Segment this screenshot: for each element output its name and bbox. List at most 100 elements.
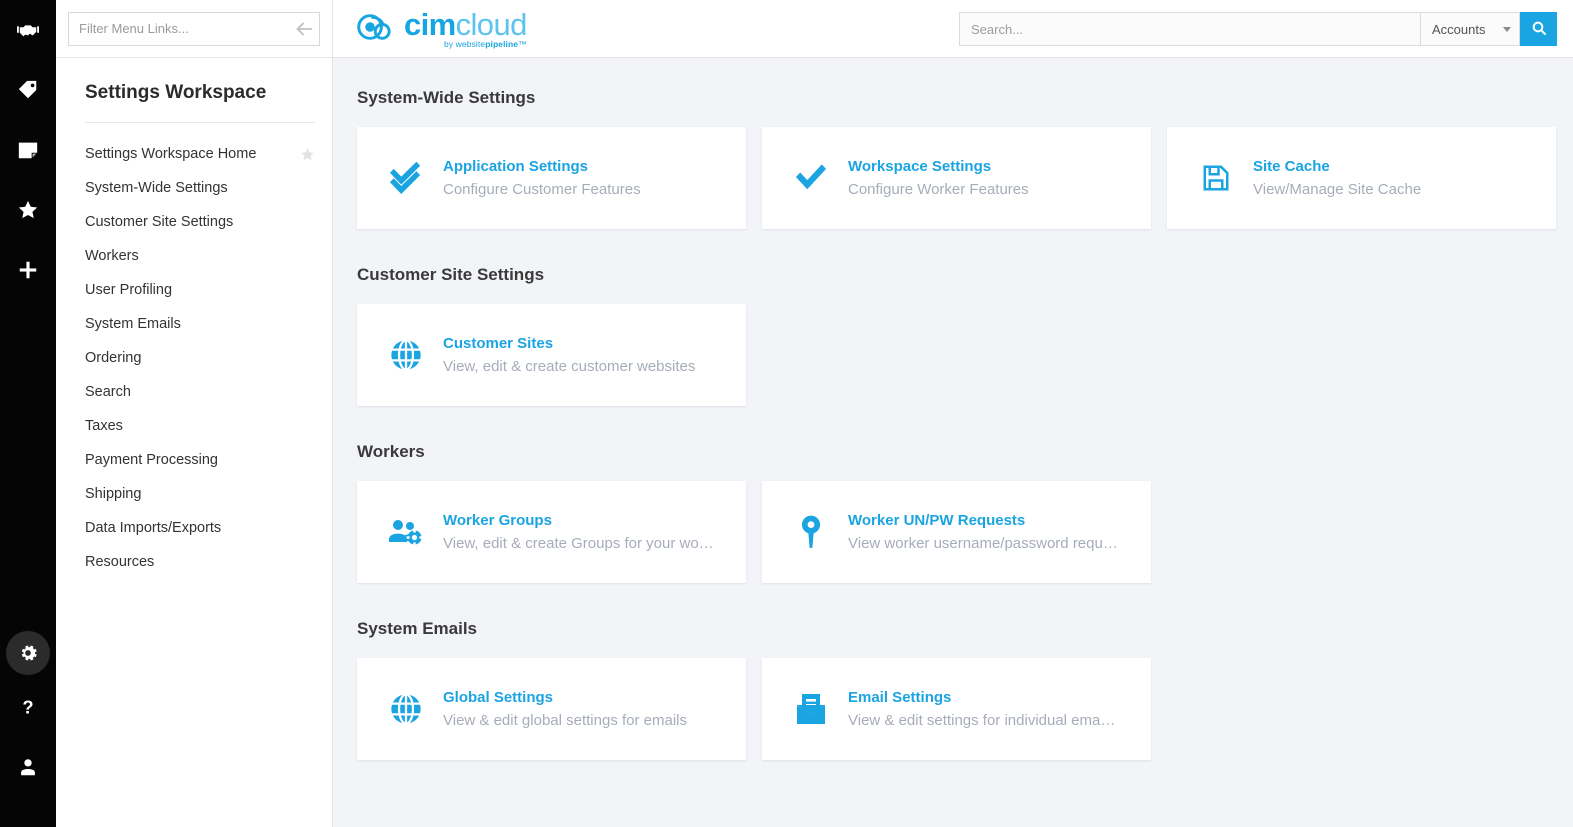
search-button[interactable] [1520,12,1557,46]
menu-item-label: Settings Workspace Home [85,146,257,162]
search-scope-dropdown[interactable]: Accounts [1420,12,1520,46]
content-area: System-Wide Settings Application Setting… [333,58,1573,827]
check-icon [790,162,832,194]
rail-bottom-group: ? [0,625,56,807]
card-row: Global Settings View & edit global setti… [357,658,1557,760]
plus-icon[interactable] [0,250,56,290]
menu-list: Settings Workspace Home System-Wide Sett… [56,123,332,579]
card-title: Worker UN/PW Requests [848,512,1026,529]
card-title: Email Settings [848,689,952,706]
icon-rail: ? [0,0,56,827]
menu-item-label: Payment Processing [85,452,218,468]
menu-panel: Settings Workspace Settings Workspace Ho… [56,0,333,827]
main-area: cimcloud by websitepipeline™ Accounts [296,0,1573,827]
card-customer-sites[interactable]: Customer Sites View, edit & create custo… [357,304,746,406]
envelope-doc-icon [790,692,832,726]
search-icon [1531,20,1547,39]
card-site-cache[interactable]: Site Cache View/Manage Site Cache [1167,127,1556,229]
app-root: ? Settings Workspace Settings Workspace … [0,0,1573,827]
top-bar: cimcloud by websitepipeline™ Accounts [296,0,1573,58]
users-gear-icon [385,517,427,547]
sidebar-item-data-imports-exports[interactable]: Data Imports/Exports [56,511,332,545]
arrow-left-icon[interactable] [276,0,333,58]
sidebar-item-user-profiling[interactable]: User Profiling [56,273,332,307]
rail-gear-wrap [0,625,56,681]
card-global-settings[interactable]: Global Settings View & edit global setti… [357,658,746,760]
brand-primary: cim [404,6,456,42]
menu-item-label: Workers [85,248,139,264]
sidebar-item-resources[interactable]: Resources [56,545,332,579]
section-customer-site-settings: Customer Site Settings Customer Sites Vi… [357,265,1557,406]
sidebar-item-system-wide-settings[interactable]: System-Wide Settings [56,171,332,205]
help-icon[interactable]: ? [0,687,56,727]
handshake-icon[interactable] [0,10,56,50]
card-body: Email Settings View & edit settings for … [848,689,1115,729]
brand-tagline-prefix: by website [444,38,486,49]
card-row: Worker Groups View, edit & create Groups… [357,481,1557,583]
section-system-emails: System Emails Global Settings View & edi… [357,619,1557,760]
card-application-settings[interactable]: Application Settings Configure Customer … [357,127,746,229]
card-body: Customer Sites View, edit & create custo… [443,335,695,375]
sidebar-item-system-emails[interactable]: System Emails [56,307,332,341]
card-description: View & edit global settings for emails [443,712,688,729]
card-email-settings[interactable]: Email Settings View & edit settings for … [762,658,1151,760]
menu-item-label: Customer Site Settings [85,214,234,230]
cimcloud-mark-icon [357,13,397,46]
card-workspace-settings[interactable]: Workspace Settings Configure Worker Feat… [762,127,1151,229]
menu-item-label: Resources [85,554,155,570]
star-icon[interactable] [300,147,315,162]
section-title: Customer Site Settings [357,265,545,284]
brand-secondary: cloud [455,6,528,42]
note-icon[interactable] [0,130,56,170]
tag-icon[interactable] [0,70,56,110]
card-description: Configure Worker Features [848,181,1029,198]
sidebar-item-taxes[interactable]: Taxes [56,409,332,443]
floppy-disk-icon [1195,163,1237,193]
card-title: Workspace Settings [848,158,992,175]
sidebar-item-ordering[interactable]: Ordering [56,341,332,375]
card-worker-groups[interactable]: Worker Groups View, edit & create Groups… [357,481,746,583]
card-title: Global Settings [443,689,554,706]
key-icon [790,515,832,549]
star-icon[interactable] [0,190,56,230]
section-title: System Emails [357,619,478,638]
user-icon[interactable] [0,747,56,787]
brand-tagline: by websitepipeline™ [444,38,527,49]
card-description: View & edit settings for individual ema… [848,712,1116,729]
sidebar-item-customer-site-settings[interactable]: Customer Site Settings [56,205,332,239]
menu-item-label: Shipping [85,486,142,502]
menu-item-label: Search [85,384,131,400]
sidebar-item-search[interactable]: Search [56,375,332,409]
card-title: Worker Groups [443,512,552,529]
search-scope-value: Accounts [1432,21,1486,37]
sidebar-item-workers[interactable]: Workers [56,239,332,273]
double-check-icon [385,161,427,195]
card-body: Site Cache View/Manage Site Cache [1253,158,1421,198]
card-description: View/Manage Site Cache [1253,181,1422,198]
card-worker-unpw-requests[interactable]: Worker UN/PW Requests View worker userna… [762,481,1151,583]
search-input[interactable] [959,12,1420,46]
card-row: Customer Sites View, edit & create custo… [357,304,1557,406]
brand-logo[interactable]: cimcloud by websitepipeline™ [333,0,527,58]
card-description: View, edit & create Groups for your wo… [443,535,714,552]
sidebar-item-payment-processing[interactable]: Payment Processing [56,443,332,477]
menu-item-label: Taxes [85,418,123,434]
card-body: Worker UN/PW Requests View worker userna… [848,512,1118,552]
card-title: Customer Sites [443,335,554,352]
workspace-title: Settings Workspace [85,82,267,103]
menu-item-label: Ordering [85,350,142,366]
globe-icon [385,339,427,371]
brand-wordmark: cimcloud by websitepipeline™ [404,6,528,48]
sidebar-item-shipping[interactable]: Shipping [56,477,332,511]
gear-icon[interactable] [6,631,50,675]
rail-top-group [0,0,56,290]
sidebar-item-settings-workspace-home[interactable]: Settings Workspace Home [56,137,332,171]
brand-tagline-bold: pipeline [485,38,519,49]
card-description: View, edit & create customer websites [443,358,696,375]
menu-item-label: Data Imports/Exports [85,520,222,536]
global-search: Accounts [959,12,1557,46]
menu-item-label: User Profiling [85,282,173,298]
card-title: Application Settings [443,158,589,175]
brand-tagline-suffix: ™ [518,38,527,49]
card-description: View worker username/password requ… [848,535,1118,552]
